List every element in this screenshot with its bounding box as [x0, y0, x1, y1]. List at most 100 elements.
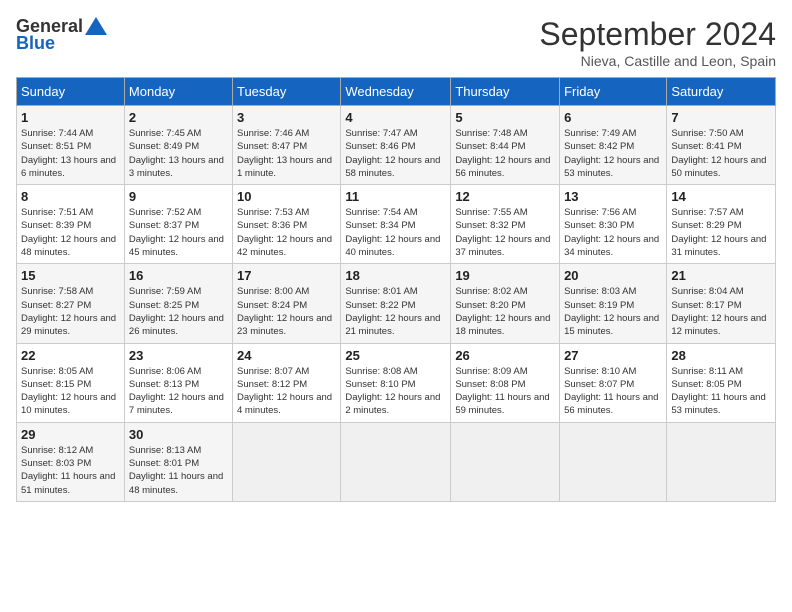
- day-cell: 23 Sunrise: 8:06 AMSunset: 8:13 PMDaylig…: [124, 343, 232, 422]
- col-header-sunday: Sunday: [17, 78, 125, 106]
- day-detail: Sunrise: 8:04 AMSunset: 8:17 PMDaylight:…: [671, 286, 766, 337]
- day-number: 10: [237, 189, 336, 204]
- col-header-friday: Friday: [560, 78, 667, 106]
- day-detail: Sunrise: 7:55 AMSunset: 8:32 PMDaylight:…: [455, 207, 550, 258]
- title-area: September 2024 Nieva, Castille and Leon,…: [539, 16, 776, 69]
- day-number: 19: [455, 268, 555, 283]
- logo-blue: Blue: [16, 33, 55, 54]
- day-number: 1: [21, 110, 120, 125]
- day-number: 15: [21, 268, 120, 283]
- day-cell: 2 Sunrise: 7:45 AMSunset: 8:49 PMDayligh…: [124, 106, 232, 185]
- day-cell: 13 Sunrise: 7:56 AMSunset: 8:30 PMDaylig…: [560, 185, 667, 264]
- day-detail: Sunrise: 7:54 AMSunset: 8:34 PMDaylight:…: [345, 207, 440, 258]
- col-header-saturday: Saturday: [667, 78, 776, 106]
- day-number: 22: [21, 348, 120, 363]
- week-row-4: 22 Sunrise: 8:05 AMSunset: 8:15 PMDaylig…: [17, 343, 776, 422]
- day-number: 24: [237, 348, 336, 363]
- day-number: 27: [564, 348, 662, 363]
- day-number: 5: [455, 110, 555, 125]
- day-detail: Sunrise: 8:05 AMSunset: 8:15 PMDaylight:…: [21, 366, 116, 417]
- day-detail: Sunrise: 7:53 AMSunset: 8:36 PMDaylight:…: [237, 207, 332, 258]
- day-number: 28: [671, 348, 771, 363]
- logo-icon: [85, 17, 107, 35]
- week-row-2: 8 Sunrise: 7:51 AMSunset: 8:39 PMDayligh…: [17, 185, 776, 264]
- day-cell: 12 Sunrise: 7:55 AMSunset: 8:32 PMDaylig…: [451, 185, 560, 264]
- day-cell: 20 Sunrise: 8:03 AMSunset: 8:19 PMDaylig…: [560, 264, 667, 343]
- day-number: 12: [455, 189, 555, 204]
- day-number: 29: [21, 427, 120, 442]
- day-detail: Sunrise: 8:11 AMSunset: 8:05 PMDaylight:…: [671, 366, 765, 417]
- day-cell: 25 Sunrise: 8:08 AMSunset: 8:10 PMDaylig…: [341, 343, 451, 422]
- day-number: 7: [671, 110, 771, 125]
- col-header-monday: Monday: [124, 78, 232, 106]
- day-cell: 21 Sunrise: 8:04 AMSunset: 8:17 PMDaylig…: [667, 264, 776, 343]
- day-cell: [341, 422, 451, 501]
- day-number: 8: [21, 189, 120, 204]
- day-cell: 5 Sunrise: 7:48 AMSunset: 8:44 PMDayligh…: [451, 106, 560, 185]
- day-detail: Sunrise: 7:59 AMSunset: 8:25 PMDaylight:…: [129, 286, 224, 337]
- day-number: 21: [671, 268, 771, 283]
- day-cell: 30 Sunrise: 8:13 AMSunset: 8:01 PMDaylig…: [124, 422, 232, 501]
- day-detail: Sunrise: 7:45 AMSunset: 8:49 PMDaylight:…: [129, 128, 224, 179]
- day-cell: 28 Sunrise: 8:11 AMSunset: 8:05 PMDaylig…: [667, 343, 776, 422]
- day-cell: 17 Sunrise: 8:00 AMSunset: 8:24 PMDaylig…: [232, 264, 340, 343]
- week-row-1: 1 Sunrise: 7:44 AMSunset: 8:51 PMDayligh…: [17, 106, 776, 185]
- day-number: 2: [129, 110, 228, 125]
- day-cell: 16 Sunrise: 7:59 AMSunset: 8:25 PMDaylig…: [124, 264, 232, 343]
- day-number: 20: [564, 268, 662, 283]
- day-cell: 10 Sunrise: 7:53 AMSunset: 8:36 PMDaylig…: [232, 185, 340, 264]
- day-detail: Sunrise: 7:48 AMSunset: 8:44 PMDaylight:…: [455, 128, 550, 179]
- day-detail: Sunrise: 7:57 AMSunset: 8:29 PMDaylight:…: [671, 207, 766, 258]
- day-detail: Sunrise: 7:52 AMSunset: 8:37 PMDaylight:…: [129, 207, 224, 258]
- day-cell: 26 Sunrise: 8:09 AMSunset: 8:08 PMDaylig…: [451, 343, 560, 422]
- day-detail: Sunrise: 8:08 AMSunset: 8:10 PMDaylight:…: [345, 366, 440, 417]
- header: General Blue September 2024 Nieva, Casti…: [16, 16, 776, 69]
- day-cell: 27 Sunrise: 8:10 AMSunset: 8:07 PMDaylig…: [560, 343, 667, 422]
- day-detail: Sunrise: 8:01 AMSunset: 8:22 PMDaylight:…: [345, 286, 440, 337]
- day-number: 6: [564, 110, 662, 125]
- calendar-table: SundayMondayTuesdayWednesdayThursdayFrid…: [16, 77, 776, 502]
- day-number: 25: [345, 348, 446, 363]
- day-detail: Sunrise: 8:07 AMSunset: 8:12 PMDaylight:…: [237, 366, 332, 417]
- day-cell: [451, 422, 560, 501]
- col-header-wednesday: Wednesday: [341, 78, 451, 106]
- day-detail: Sunrise: 7:58 AMSunset: 8:27 PMDaylight:…: [21, 286, 116, 337]
- day-number: 14: [671, 189, 771, 204]
- day-detail: Sunrise: 7:56 AMSunset: 8:30 PMDaylight:…: [564, 207, 659, 258]
- day-detail: Sunrise: 8:02 AMSunset: 8:20 PMDaylight:…: [455, 286, 550, 337]
- day-cell: 29 Sunrise: 8:12 AMSunset: 8:03 PMDaylig…: [17, 422, 125, 501]
- logo: General Blue: [16, 16, 107, 54]
- day-number: 9: [129, 189, 228, 204]
- day-detail: Sunrise: 7:50 AMSunset: 8:41 PMDaylight:…: [671, 128, 766, 179]
- day-cell: 1 Sunrise: 7:44 AMSunset: 8:51 PMDayligh…: [17, 106, 125, 185]
- day-cell: 14 Sunrise: 7:57 AMSunset: 8:29 PMDaylig…: [667, 185, 776, 264]
- day-number: 26: [455, 348, 555, 363]
- day-detail: Sunrise: 7:46 AMSunset: 8:47 PMDaylight:…: [237, 128, 332, 179]
- col-header-thursday: Thursday: [451, 78, 560, 106]
- day-detail: Sunrise: 8:13 AMSunset: 8:01 PMDaylight:…: [129, 445, 223, 496]
- day-detail: Sunrise: 7:44 AMSunset: 8:51 PMDaylight:…: [21, 128, 116, 179]
- day-cell: 3 Sunrise: 7:46 AMSunset: 8:47 PMDayligh…: [232, 106, 340, 185]
- day-number: 30: [129, 427, 228, 442]
- day-detail: Sunrise: 7:47 AMSunset: 8:46 PMDaylight:…: [345, 128, 440, 179]
- day-detail: Sunrise: 8:12 AMSunset: 8:03 PMDaylight:…: [21, 445, 115, 496]
- day-number: 11: [345, 189, 446, 204]
- day-cell: 11 Sunrise: 7:54 AMSunset: 8:34 PMDaylig…: [341, 185, 451, 264]
- day-cell: 4 Sunrise: 7:47 AMSunset: 8:46 PMDayligh…: [341, 106, 451, 185]
- day-number: 17: [237, 268, 336, 283]
- day-cell: 19 Sunrise: 8:02 AMSunset: 8:20 PMDaylig…: [451, 264, 560, 343]
- day-number: 4: [345, 110, 446, 125]
- col-header-tuesday: Tuesday: [232, 78, 340, 106]
- day-detail: Sunrise: 8:03 AMSunset: 8:19 PMDaylight:…: [564, 286, 659, 337]
- day-cell: 18 Sunrise: 8:01 AMSunset: 8:22 PMDaylig…: [341, 264, 451, 343]
- day-cell: 7 Sunrise: 7:50 AMSunset: 8:41 PMDayligh…: [667, 106, 776, 185]
- day-cell: [232, 422, 340, 501]
- day-detail: Sunrise: 8:09 AMSunset: 8:08 PMDaylight:…: [455, 366, 549, 417]
- month-title: September 2024: [539, 16, 776, 53]
- day-number: 13: [564, 189, 662, 204]
- day-detail: Sunrise: 7:51 AMSunset: 8:39 PMDaylight:…: [21, 207, 116, 258]
- header-row: SundayMondayTuesdayWednesdayThursdayFrid…: [17, 78, 776, 106]
- day-cell: 8 Sunrise: 7:51 AMSunset: 8:39 PMDayligh…: [17, 185, 125, 264]
- week-row-3: 15 Sunrise: 7:58 AMSunset: 8:27 PMDaylig…: [17, 264, 776, 343]
- day-number: 16: [129, 268, 228, 283]
